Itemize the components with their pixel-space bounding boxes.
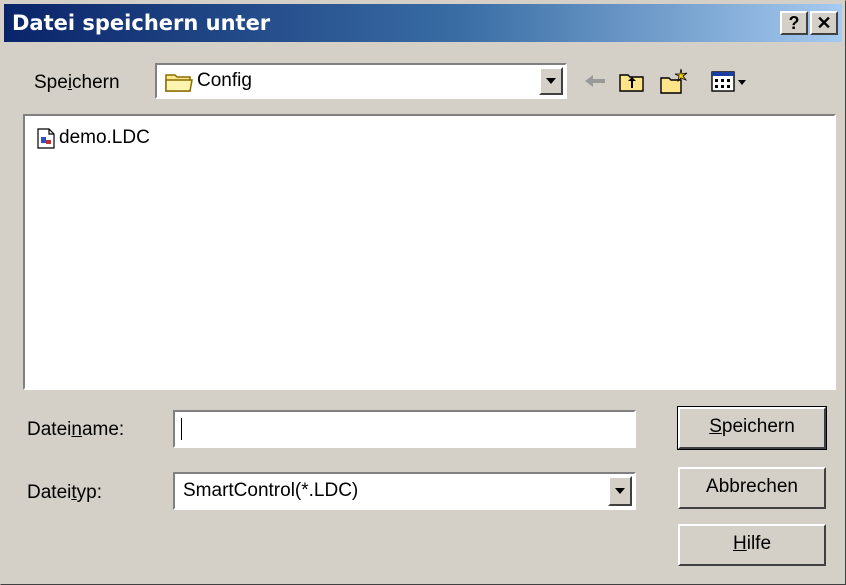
new-folder-icon[interactable]: [659, 67, 689, 95]
save-in-label-pre: Spe: [34, 72, 68, 93]
filetype-dropdown-button[interactable]: [608, 476, 632, 506]
text-caret: [181, 418, 182, 440]
title-bar[interactable]: Datei speichern unter ? ✕: [4, 4, 842, 42]
filetype-combo[interactable]: SmartControl(*.LDC): [173, 472, 636, 510]
cancel-button-label: Abbrechen: [706, 476, 798, 497]
save-in-combo[interactable]: Config: [155, 63, 567, 99]
help-button[interactable]: ?: [780, 11, 808, 35]
save-in-folder: Config: [197, 70, 252, 91]
back-arrow-icon[interactable]: [581, 67, 611, 95]
file-list[interactable]: demo.LDC: [23, 114, 836, 390]
save-in-label-post: chern: [72, 72, 120, 93]
save-as-dialog: Datei speichern unter ? ✕ Speichern Conf…: [0, 0, 846, 585]
filename-label: Dateiname:: [27, 419, 125, 440]
ldc-file-icon: [37, 128, 55, 149]
up-folder-icon[interactable]: [617, 67, 647, 95]
cancel-button[interactable]: Abbrechen: [678, 467, 826, 509]
window-title: Datei speichern unter: [12, 11, 271, 35]
filetype-selected: SmartControl(*.LDC): [183, 480, 359, 501]
chevron-down-icon: [546, 78, 556, 84]
close-button[interactable]: ✕: [810, 11, 838, 35]
folder-icon: [165, 74, 193, 92]
view-menu-icon[interactable]: [709, 67, 749, 95]
chevron-down-icon: [615, 488, 625, 494]
file-name: demo.LDC: [59, 127, 150, 148]
filename-input[interactable]: [177, 414, 621, 444]
help-dialog-button[interactable]: Hilfe: [678, 524, 826, 566]
save-in-dropdown-button[interactable]: [539, 67, 563, 95]
filename-field[interactable]: [173, 410, 636, 448]
help-button-label: Hilfe: [732, 533, 772, 554]
filetype-label: Dateityp:: [27, 482, 102, 503]
save-in-label: Speichern: [34, 72, 120, 94]
save-button[interactable]: Speichern: [677, 406, 827, 450]
save-button-label: Speichern: [709, 416, 795, 437]
